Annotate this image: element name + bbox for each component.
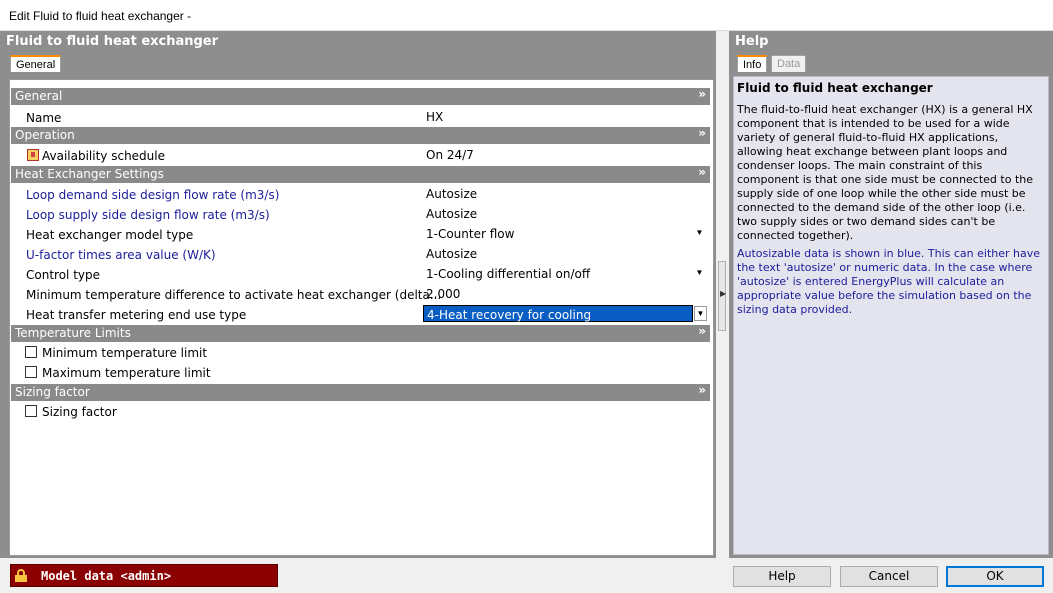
row-label: Control type	[26, 268, 100, 282]
model-data-label: Model data <admin>	[41, 569, 172, 583]
help-title: Fluid to fluid heat exchanger	[737, 81, 933, 95]
collapse-chevron-icon[interactable]: »	[698, 165, 706, 179]
help-section-bar: Help	[729, 31, 1053, 53]
row-label: Heat transfer metering end use type	[26, 308, 247, 322]
group-header-temp-limits[interactable]: Temperature Limits »	[11, 324, 710, 342]
tab-data[interactable]: Data	[771, 55, 807, 72]
checkbox-label: Maximum temperature limit	[42, 366, 211, 380]
control-type-select[interactable]: 1-Cooling differential on/off	[423, 265, 708, 282]
row-sizing-factor: Sizing factor	[11, 402, 710, 422]
row-min-temp-limit: Minimum temperature limit	[11, 343, 710, 363]
help-content: Fluid to fluid heat exchanger The fluid-…	[733, 76, 1049, 555]
row-demand-flow-rate: Loop demand side design flow rate (m3/s)…	[11, 184, 710, 204]
editor-section-title: Fluid to fluid heat exchanger	[6, 34, 219, 49]
tab-general-label: General	[16, 59, 56, 71]
panel-splitter[interactable]: ▶	[716, 53, 729, 558]
collapse-chevron-icon[interactable]: »	[698, 324, 706, 338]
model-data-badge[interactable]: Model data <admin>	[10, 564, 278, 587]
row-end-use-type: Heat transfer metering end use type 4-He…	[11, 304, 710, 324]
row-label: Minimum temperature difference to activa…	[26, 288, 442, 302]
ua-value-input[interactable]: Autosize	[423, 245, 708, 262]
dialog-footer: Model data <admin> Help Cancel OK	[0, 558, 1053, 593]
dropdown-arrow-icon[interactable]: ▼	[694, 267, 705, 279]
group-header-general[interactable]: General »	[11, 87, 710, 105]
chevron-right-icon: ▶	[720, 289, 727, 298]
checkbox-label: Sizing factor	[42, 405, 117, 419]
tab-general[interactable]: General	[10, 55, 62, 72]
help-description: The fluid-to-fluid heat exchanger (HX) i…	[737, 103, 1034, 242]
ok-button[interactable]: OK	[946, 566, 1044, 587]
tab-info[interactable]: Info	[737, 55, 768, 72]
tab-info-label: Info	[743, 59, 762, 71]
cancel-button[interactable]: Cancel	[840, 566, 938, 587]
lock-icon	[15, 569, 27, 582]
demand-flow-rate-input[interactable]: Autosize	[423, 185, 708, 202]
min-temp-diff-input[interactable]: 2.000	[423, 285, 708, 302]
row-label: U-factor times area value (W/K)	[26, 248, 216, 262]
row-label: Loop supply side design flow rate (m3/s)	[26, 208, 270, 222]
help-panel: Fluid to fluid heat exchanger The fluid-…	[729, 72, 1053, 558]
row-label: Availability schedule	[42, 149, 165, 163]
availability-schedule-field[interactable]: On 24/7	[423, 146, 708, 163]
schedule-icon	[27, 149, 39, 161]
collapse-chevron-icon[interactable]: »	[698, 87, 706, 101]
group-title: Sizing factor	[15, 385, 90, 399]
tab-data-label: Data	[777, 58, 801, 70]
property-grid: General » Name HX Operation » Availabili…	[9, 79, 714, 556]
dropdown-arrow-icon[interactable]: ▼	[694, 306, 707, 321]
row-model-type: Heat exchanger model type 1-Counter flow…	[11, 224, 710, 244]
help-tabstrip: Info Data	[729, 53, 1053, 72]
supply-flow-rate-input[interactable]: Autosize	[423, 205, 708, 222]
group-title: Heat Exchanger Settings	[15, 167, 164, 181]
row-label: Loop demand side design flow rate (m3/s)	[26, 188, 280, 202]
group-title: General	[15, 89, 63, 103]
collapse-chevron-icon[interactable]: »	[698, 383, 706, 397]
group-title: Temperature Limits	[15, 326, 131, 340]
row-availability-schedule: Availability schedule On 24/7	[11, 145, 710, 165]
sizing-factor-checkbox[interactable]	[25, 405, 37, 417]
row-control-type: Control type 1-Cooling differential on/o…	[11, 264, 710, 284]
collapse-chevron-icon[interactable]: »	[698, 126, 706, 140]
help-autosize-note: Autosizable data is shown in blue. This …	[737, 247, 1041, 316]
end-use-type-select[interactable]: 4-Heat recovery for cooling	[423, 305, 693, 322]
group-header-sizing[interactable]: Sizing factor »	[11, 383, 710, 401]
window-titlebar: Edit Fluid to fluid heat exchanger -	[0, 0, 1053, 31]
model-type-select[interactable]: 1-Counter flow	[423, 225, 708, 242]
group-header-operation[interactable]: Operation »	[11, 126, 710, 144]
row-min-temp-diff: Minimum temperature difference to activa…	[11, 284, 710, 304]
help-button[interactable]: Help	[733, 566, 831, 587]
help-section-title: Help	[735, 34, 769, 49]
row-ua-value: U-factor times area value (W/K) Autosize	[11, 244, 710, 264]
group-title: Operation	[15, 128, 75, 142]
dropdown-arrow-icon[interactable]: ▼	[694, 227, 705, 239]
editor-section-bar: Fluid to fluid heat exchanger	[0, 31, 716, 53]
editor-tabstrip: General	[0, 53, 716, 72]
min-temp-limit-checkbox[interactable]	[25, 346, 37, 358]
editor-panel: General » Name HX Operation » Availabili…	[0, 72, 716, 558]
checkbox-label: Minimum temperature limit	[42, 346, 208, 360]
window-title: Edit Fluid to fluid heat exchanger -	[9, 9, 192, 23]
splitter-handle[interactable]: ▶	[718, 261, 726, 331]
row-label: Name	[26, 111, 62, 125]
row-label: Heat exchanger model type	[26, 228, 194, 242]
name-input[interactable]: HX	[423, 108, 708, 125]
max-temp-limit-checkbox[interactable]	[25, 366, 37, 378]
row-max-temp-limit: Maximum temperature limit	[11, 363, 710, 383]
row-name: Name HX	[11, 107, 710, 127]
group-header-hx-settings[interactable]: Heat Exchanger Settings »	[11, 165, 710, 183]
row-supply-flow-rate: Loop supply side design flow rate (m3/s)…	[11, 204, 710, 224]
